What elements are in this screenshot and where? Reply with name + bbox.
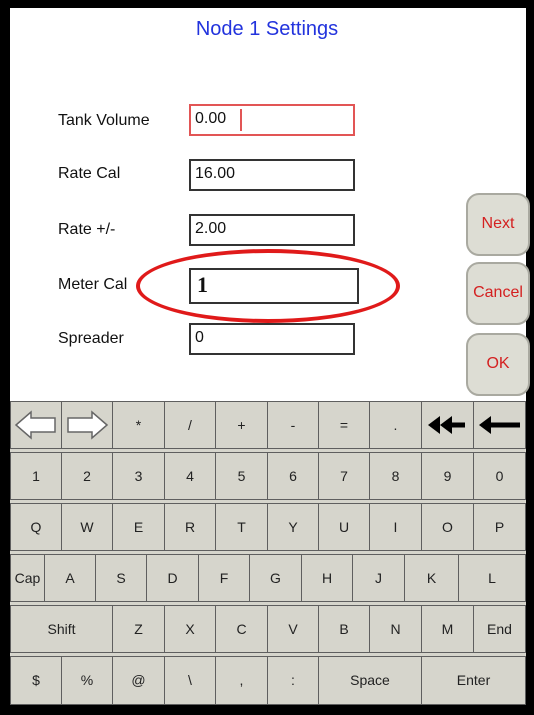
key-period[interactable]: .	[369, 401, 422, 449]
enter-key[interactable]: Enter	[421, 656, 526, 705]
key-6[interactable]: 6	[267, 452, 319, 500]
key-percent[interactable]: %	[61, 656, 113, 705]
spreader-label: Spreader	[58, 330, 124, 347]
key-x[interactable]: X	[164, 605, 216, 653]
key-minus[interactable]: -	[267, 401, 319, 449]
space-key[interactable]: Space	[318, 656, 422, 705]
tank-volume-field[interactable]: 0.00	[189, 104, 355, 136]
cursor-right-key[interactable]	[61, 401, 113, 449]
caps-key[interactable]: Cap	[10, 554, 45, 602]
key-e[interactable]: E	[112, 503, 165, 551]
next-button[interactable]: Next	[466, 193, 530, 256]
key-1[interactable]: 1	[10, 452, 62, 500]
on-screen-keyboard: * / + - = . 1 2 3 4 5 6 7 8 9 0 Q W E R …	[10, 401, 526, 705]
settings-screen: Node 1 Settings Tank Volume 0.00 Rate Ca…	[0, 0, 534, 715]
key-0[interactable]: 0	[473, 452, 526, 500]
rate-tolerance-field[interactable]: 2.00	[189, 214, 355, 246]
key-v[interactable]: V	[267, 605, 319, 653]
key-f[interactable]: F	[198, 554, 250, 602]
key-4[interactable]: 4	[164, 452, 216, 500]
key-a[interactable]: A	[44, 554, 96, 602]
key-7[interactable]: 7	[318, 452, 370, 500]
key-colon[interactable]: :	[267, 656, 319, 705]
spreader-value: 0	[195, 329, 204, 346]
text-caret	[240, 109, 242, 131]
rate-cal-value: 16.00	[195, 165, 236, 182]
screen-border-top	[0, 0, 534, 8]
key-backslash[interactable]: \	[164, 656, 216, 705]
key-z[interactable]: Z	[112, 605, 165, 653]
key-at[interactable]: @	[112, 656, 165, 705]
ok-button[interactable]: OK	[466, 333, 530, 396]
key-l[interactable]: L	[458, 554, 526, 602]
key-i[interactable]: I	[369, 503, 422, 551]
page-title: Node 1 Settings	[195, 18, 339, 40]
cancel-button[interactable]: Cancel	[466, 262, 530, 325]
key-comma[interactable]: ,	[215, 656, 268, 705]
key-k[interactable]: K	[404, 554, 459, 602]
key-y[interactable]: Y	[267, 503, 319, 551]
key-u[interactable]: U	[318, 503, 370, 551]
key-b[interactable]: B	[318, 605, 370, 653]
meter-cal-label: Meter Cal	[58, 276, 128, 293]
spreader-field[interactable]: 0	[189, 323, 355, 355]
key-p[interactable]: P	[473, 503, 526, 551]
key-asterisk[interactable]: *	[112, 401, 165, 449]
key-8[interactable]: 8	[369, 452, 422, 500]
key-5[interactable]: 5	[215, 452, 268, 500]
screen-border-left	[0, 0, 10, 715]
key-2[interactable]: 2	[61, 452, 113, 500]
tank-volume-value: 0.00	[195, 110, 227, 127]
key-c[interactable]: C	[215, 605, 268, 653]
key-9[interactable]: 9	[421, 452, 474, 500]
double-left-arrow-icon	[428, 416, 465, 434]
key-s[interactable]: S	[95, 554, 147, 602]
clear-key[interactable]	[421, 401, 474, 449]
cursor-left-key[interactable]	[10, 401, 62, 449]
rate-tolerance-value: 2.00	[195, 220, 227, 237]
key-3[interactable]: 3	[112, 452, 165, 500]
key-dollar[interactable]: $	[10, 656, 62, 705]
screen-border-bottom	[0, 705, 534, 715]
key-w[interactable]: W	[61, 503, 113, 551]
key-h[interactable]: H	[301, 554, 353, 602]
key-equals[interactable]: =	[318, 401, 370, 449]
highlight-ellipse	[136, 249, 400, 323]
hollow-right-arrow-icon	[67, 410, 109, 440]
key-r[interactable]: R	[164, 503, 216, 551]
backspace-key[interactable]	[473, 401, 526, 449]
hollow-left-arrow-icon	[14, 410, 56, 440]
rate-cal-field[interactable]: 16.00	[189, 159, 355, 191]
key-slash[interactable]: /	[164, 401, 216, 449]
key-m[interactable]: M	[421, 605, 474, 653]
rate-tolerance-label: Rate +/-	[58, 221, 116, 238]
key-j[interactable]: J	[352, 554, 405, 602]
key-d[interactable]: D	[146, 554, 199, 602]
key-g[interactable]: G	[249, 554, 302, 602]
end-key[interactable]: End	[473, 605, 526, 653]
shift-key[interactable]: Shift	[10, 605, 113, 653]
key-t[interactable]: T	[215, 503, 268, 551]
key-o[interactable]: O	[421, 503, 474, 551]
key-q[interactable]: Q	[10, 503, 62, 551]
key-n[interactable]: N	[369, 605, 422, 653]
rate-cal-label: Rate Cal	[58, 165, 121, 182]
left-arrow-icon	[479, 416, 520, 434]
tank-volume-label: Tank Volume	[58, 112, 150, 129]
key-plus[interactable]: +	[215, 401, 268, 449]
